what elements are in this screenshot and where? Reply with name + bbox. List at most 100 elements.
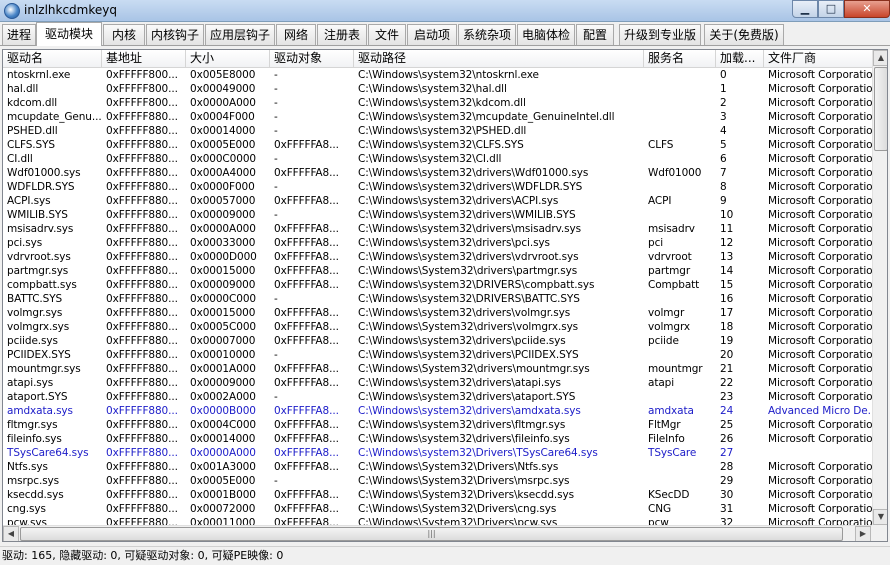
table-row[interactable]: msrpc.sys 0xFFFFF880... 0x0005E000 - C:\Wind… (3, 474, 873, 488)
cell-driver-name: kdcom.dll (7, 97, 58, 109)
cell-base-address: 0xFFFFF800... (106, 83, 178, 95)
table-row[interactable]: ntoskrnl.exe 0xFFFFF800... 0x005E8000 - C:\W… (3, 68, 873, 82)
table-row[interactable]: fltmgr.sys 0xFFFFF880... 0x0004C000 0xFFFFF… (3, 418, 873, 432)
horizontal-scroll-thumb[interactable]: ||| (20, 527, 843, 541)
tab-registry[interactable]: 注册表 (317, 24, 367, 45)
horizontal-scrollbar[interactable]: ◀ ||| ▶ (3, 525, 872, 541)
tab-files[interactable]: 文件 (368, 24, 406, 45)
cell-driver-path: C:\Windows\system32\drivers\pciide.sys (358, 335, 566, 347)
scrollbar-corner (872, 525, 887, 541)
tab-kernel[interactable]: 内核 (103, 24, 145, 45)
tab-network[interactable]: 网络 (276, 24, 316, 45)
cell-driver-object: 0xFFFFFA8... (274, 503, 339, 515)
cell-base-address: 0xFFFFF880... (106, 405, 178, 417)
table-row[interactable]: WDFLDR.SYS 0xFFFFF880... 0x0000F000 - C:\Win… (3, 180, 873, 194)
table-row[interactable]: pcw.sys 0xFFFFF880... 0x00011000 0xFFFFFA8.… (3, 516, 873, 525)
tab-pc-checkup[interactable]: 电脑体检 (517, 24, 575, 45)
cell-size: 0x001A3000 (190, 461, 256, 473)
cell-driver-path: C:\Windows\System32\drivers\mountmgr.sys (358, 363, 590, 375)
tab-app-hooks[interactable]: 应用层钩子 (205, 24, 275, 45)
cell-base-address: 0xFFFFF880... (106, 489, 178, 501)
cell-load-order: 5 (720, 139, 727, 151)
cell-file-vendor: Microsoft Corporation (768, 321, 873, 333)
tab-about[interactable]: 关于(免费版) (704, 24, 784, 45)
table-row[interactable]: kdcom.dll 0xFFFFF800... 0x0000A000 - C:\Wind… (3, 96, 873, 110)
cell-driver-path: C:\Windows\system32\drivers\atapi.sys (358, 377, 561, 389)
table-row[interactable]: mcupdate_Genu... 0xFFFFF880... 0x0004F000 -… (3, 110, 873, 124)
cell-size: 0x0000C000 (190, 293, 256, 305)
cell-driver-name: WDFLDR.SYS (7, 181, 75, 193)
cell-driver-path: C:\Windows\system32\DRIVERS\BATTC.SYS (358, 293, 580, 305)
tab-driver-modules[interactable]: 驱动模块 (36, 22, 102, 46)
cell-load-order: 3 (720, 111, 727, 123)
tab-upgrade-pro[interactable]: 升级到专业版 (619, 24, 701, 45)
close-button[interactable]: ✕ (844, 0, 890, 18)
table-row[interactable]: fileinfo.sys 0xFFFFF880... 0x00014000 0xFFF… (3, 432, 873, 446)
scroll-left-button[interactable]: ◀ (3, 526, 19, 541)
table-row[interactable]: PCIIDEX.SYS 0xFFFFF880... 0x00010000 - C:\Wi… (3, 348, 873, 362)
cell-size: 0x0001A000 (190, 363, 256, 375)
cell-load-order: 25 (720, 419, 734, 431)
tab-startup[interactable]: 启动项 (407, 24, 457, 45)
column-header-size[interactable]: 大小 (186, 50, 270, 68)
column-header-base-address[interactable]: 基地址 (102, 50, 186, 68)
minimize-button[interactable]: ▁ (792, 0, 818, 18)
cell-driver-name: mcupdate_Genu... (7, 111, 102, 123)
column-header-driver-path[interactable]: 驱动路径 (354, 50, 644, 68)
table-row[interactable]: partmgr.sys 0xFFFFF880... 0x00015000 0xFFFF… (3, 264, 873, 278)
table-row[interactable]: compbatt.sys 0xFFFFF880... 0x00009000 0xFFF… (3, 278, 873, 292)
table-row[interactable]: msisadrv.sys 0xFFFFF880... 0x0000A000 0xFFF… (3, 222, 873, 236)
cell-file-vendor: Microsoft Corporation (768, 97, 873, 109)
cell-file-vendor: Microsoft Corporation (768, 251, 873, 263)
vertical-scroll-thumb[interactable] (874, 67, 887, 151)
column-header-driver-object[interactable]: 驱动对象 (270, 50, 354, 68)
table-row[interactable]: amdxata.sys 0xFFFFF880... 0x0000B000 0xFFFF… (3, 404, 873, 418)
cell-driver-object: - (274, 111, 278, 123)
cell-file-vendor: Microsoft Corporation (768, 293, 873, 305)
scroll-down-button[interactable]: ▼ (873, 509, 887, 525)
scroll-right-button[interactable]: ▶ (855, 526, 871, 541)
scroll-up-button[interactable]: ▲ (873, 50, 887, 66)
driver-list[interactable]: 驱动名 基地址 大小 驱动对象 驱动路径 服务名 加载... 文件厂商 ntos… (2, 49, 888, 542)
tab-config[interactable]: 配置 (576, 24, 614, 45)
table-row[interactable]: WMILIB.SYS 0xFFFFF880... 0x00009000 - C:\Win… (3, 208, 873, 222)
maximize-button[interactable]: □ (818, 0, 844, 18)
table-row[interactable]: hal.dll 0xFFFFF800... 0x00049000 - C:\Window… (3, 82, 873, 96)
cell-driver-path: C:\Windows\system32\hal.dll (358, 83, 507, 95)
column-header-file-vendor[interactable]: 文件厂商 (764, 50, 873, 68)
column-header-service-name[interactable]: 服务名 (644, 50, 716, 68)
table-row[interactable]: volmgr.sys 0xFFFFF880... 0x00015000 0xFFFFF… (3, 306, 873, 320)
cell-driver-path: C:\Windows\System32\drivers\partmgr.sys (358, 265, 578, 277)
table-row[interactable]: Ntfs.sys 0xFFFFF880... 0x001A3000 0xFFFFFA8… (3, 460, 873, 474)
cell-file-vendor: Microsoft Corporation (768, 335, 873, 347)
tab-process[interactable]: 进程 (2, 24, 36, 45)
cell-driver-object: - (274, 83, 278, 95)
tab-kernel-hooks[interactable]: 内核钩子 (146, 24, 204, 45)
cell-file-vendor: Microsoft Corporation (768, 419, 873, 431)
column-header-driver-name[interactable]: 驱动名 (3, 50, 102, 68)
table-row[interactable]: ataport.SYS 0xFFFFF880... 0x0002A000 - C:\Wi… (3, 390, 873, 404)
table-row[interactable]: atapi.sys 0xFFFFF880... 0x00009000 0xFFFFFA… (3, 376, 873, 390)
vertical-scrollbar[interactable]: ▲ ▼ (872, 50, 887, 525)
cell-service-name: mountmgr (648, 363, 703, 375)
tab-system-misc[interactable]: 系统杂项 (458, 24, 516, 45)
cell-driver-object: - (274, 293, 278, 305)
table-row[interactable]: pciide.sys 0xFFFFF880... 0x00007000 0xFFFFF… (3, 334, 873, 348)
table-row[interactable]: volmgrx.sys 0xFFFFF880... 0x0005C000 0xFFFF… (3, 320, 873, 334)
table-row[interactable]: vdrvroot.sys 0xFFFFF880... 0x0000D000 0xFFF… (3, 250, 873, 264)
cell-driver-path: C:\Windows\System32\drivers\volmgrx.sys (358, 321, 579, 333)
table-row[interactable]: Wdf01000.sys 0xFFFFF880... 0x000A4000 0xFFF… (3, 166, 873, 180)
table-row[interactable]: cng.sys 0xFFFFF880... 0x00072000 0xFFFFFA8.… (3, 502, 873, 516)
table-row[interactable]: CLFS.SYS 0xFFFFF880... 0x0005E000 0xFFFFFA8… (3, 138, 873, 152)
table-row[interactable]: ACPI.sys 0xFFFFF880... 0x00057000 0xFFFFFA8… (3, 194, 873, 208)
column-header-load-order[interactable]: 加载... (716, 50, 764, 68)
table-row[interactable]: pci.sys 0xFFFFF880... 0x00033000 0xFFFFFA8.… (3, 236, 873, 250)
table-row[interactable]: TSysCare64.sys 0xFFFFF880... 0x0000A000 0xF… (3, 446, 873, 460)
cell-driver-name: Wdf01000.sys (7, 167, 81, 179)
table-row[interactable]: CI.dll 0xFFFFF880... 0x000C0000 - C:\Windows… (3, 152, 873, 166)
cell-file-vendor: Microsoft Corporation (768, 391, 873, 403)
table-row[interactable]: BATTC.SYS 0xFFFFF880... 0x0000C000 - C:\Wind… (3, 292, 873, 306)
table-row[interactable]: PSHED.dll 0xFFFFF880... 0x00014000 - C:\Wind… (3, 124, 873, 138)
table-row[interactable]: ksecdd.sys 0xFFFFF880... 0x0001B000 0xFFFFF… (3, 488, 873, 502)
table-row[interactable]: mountmgr.sys 0xFFFFF880... 0x0001A000 0xFFF… (3, 362, 873, 376)
